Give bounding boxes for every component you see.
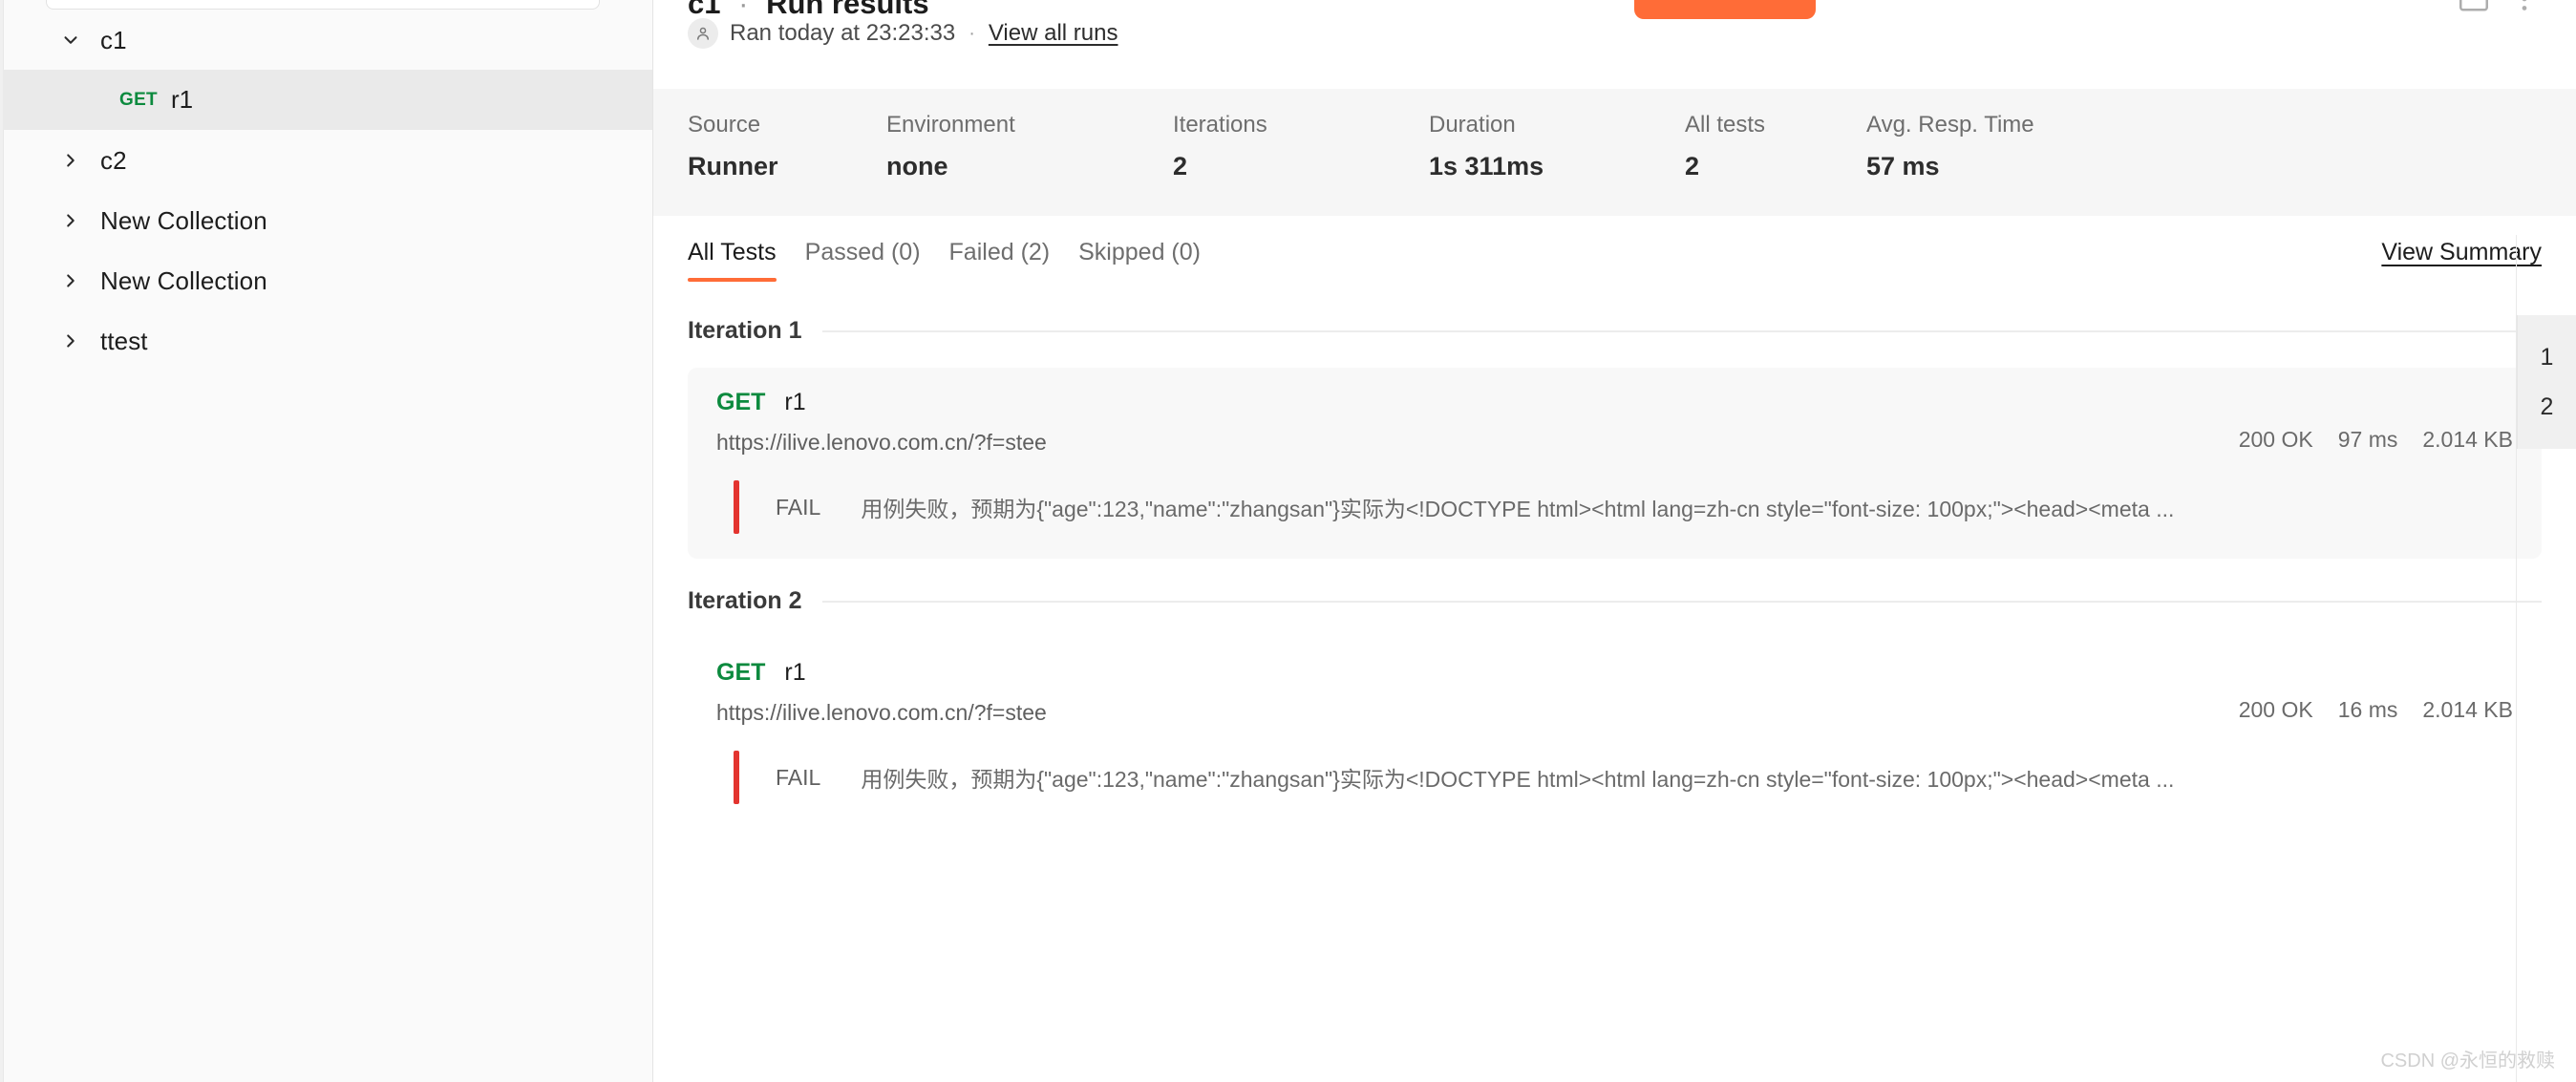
test-result-card[interactable]: GET r1 https://ilive.lenovo.com.cn/?f=st…: [688, 638, 2542, 829]
assertion-message: 用例失败，预期为{"age":123,"name":"zhangsan"}实际为…: [861, 497, 2175, 521]
stat-value: 57 ms: [1866, 152, 1940, 180]
stat-value: 2: [1685, 152, 1700, 180]
request-method-label: GET: [716, 389, 766, 415]
response-status: 200 OK: [2238, 697, 2313, 722]
view-summary-link[interactable]: View Summary: [2381, 239, 2542, 266]
tab-passed[interactable]: Passed (0): [805, 239, 921, 282]
response-meta: 200 OK 97 ms 2.014 KB: [2239, 427, 2513, 453]
sidebar-item-new-collection-2[interactable]: New Collection: [3, 250, 652, 310]
request-method-label: GET: [716, 659, 766, 686]
tab-all-tests[interactable]: All Tests: [688, 239, 777, 282]
chevron-down-icon[interactable]: [56, 26, 85, 54]
run-stats-bar: Source Runner Environment none Iteration…: [653, 89, 2576, 216]
sidebar-item-label: New Collection: [100, 265, 267, 295]
sidebar-item-label: c1: [100, 25, 127, 54]
stat-all-tests: All tests 2: [1685, 89, 1866, 180]
response-status: 200 OK: [2238, 427, 2313, 452]
sidebar-search[interactable]: [46, 0, 600, 10]
watermark: CSDN @永恒的救赎: [2380, 1050, 2555, 1071]
assertion-result: FAIL: [776, 494, 821, 520]
results-tabs: All Tests Passed (0) Failed (2) Skipped …: [688, 239, 1201, 282]
stat-label: All tests: [1685, 112, 1766, 138]
assertion-result: FAIL: [776, 764, 821, 790]
iteration-title: Iteration 1: [688, 317, 802, 344]
result-request-row: GET r1: [716, 659, 2513, 687]
stat-source: Source Runner: [688, 89, 886, 180]
view-all-runs-link[interactable]: View all runs: [989, 20, 1118, 47]
stat-label: Duration: [1429, 112, 1516, 138]
assertion-row: FAIL 用例失败，预期为{"age":123,"name":"zhangsan…: [734, 751, 2513, 804]
sidebar-item-c2[interactable]: c2: [3, 130, 652, 190]
fail-indicator-bar: [734, 480, 739, 534]
response-size: 2.014 KB: [2422, 427, 2513, 452]
response-meta: 200 OK 16 ms 2.014 KB: [2239, 697, 2513, 723]
sidebar-item-new-collection-1[interactable]: New Collection: [3, 190, 652, 250]
iteration-header: Iteration 1: [688, 317, 2542, 345]
iteration-rail[interactable]: 1 2: [2517, 315, 2576, 449]
response-time: 97 ms: [2337, 427, 2398, 452]
meta-separator: ·: [969, 22, 975, 44]
fail-indicator-bar: [734, 751, 739, 804]
stat-label: Source: [688, 112, 761, 138]
stat-label: Iterations: [1173, 112, 1267, 138]
sidebar-item-label: New Collection: [100, 205, 267, 235]
more-options-icon[interactable]: [2521, 0, 2528, 16]
stat-value: 1s 311ms: [1429, 152, 1544, 180]
tab-skipped[interactable]: Skipped (0): [1078, 239, 1201, 282]
stat-label: Environment: [886, 112, 1015, 138]
sidebar-item-label: c2: [100, 145, 127, 175]
toolbar-icons: [2459, 0, 2528, 16]
sidebar-item-ttest[interactable]: ttest: [3, 310, 652, 371]
iteration-rail-item-2[interactable]: 2: [2518, 382, 2576, 432]
request-name: r1: [784, 659, 806, 686]
app-root: c1 GET r1 c2 New Collection New Collecti…: [0, 0, 2576, 1082]
results-tabs-row: All Tests Passed (0) Failed (2) Skipped …: [688, 239, 2542, 296]
chevron-right-icon[interactable]: [56, 266, 85, 295]
stat-avg-resp-time: Avg. Resp. Time 57 ms: [1866, 89, 2153, 180]
assertion-message: 用例失败，预期为{"age":123,"name":"zhangsan"}实际为…: [861, 767, 2175, 792]
stat-label: Avg. Resp. Time: [1866, 112, 2034, 138]
sidebar-item-label: r1: [170, 85, 194, 114]
tab-failed[interactable]: Failed (2): [949, 239, 1051, 282]
run-meta-row: Ran today at 23:23:33 · View all runs: [688, 17, 1118, 50]
assertion-row: FAIL 用例失败，预期为{"age":123,"name":"zhangsan…: [734, 480, 2513, 534]
stat-duration: Duration 1s 311ms: [1429, 89, 1685, 180]
iteration-rule: [822, 600, 2542, 603]
iteration-title: Iteration 2: [688, 587, 802, 614]
request-method-label: GET: [119, 89, 158, 110]
chevron-right-icon[interactable]: [56, 146, 85, 175]
collection-tree: c1 GET r1 c2 New Collection New Collecti…: [3, 10, 652, 371]
stat-value: Runner: [688, 152, 778, 180]
ran-timestamp: Ran today at 23:23:33: [730, 20, 956, 46]
iteration-rail-item-1[interactable]: 1: [2518, 332, 2576, 382]
run-results-panel: c1 · Run results Ran today at 23:23:33 ·…: [653, 0, 2576, 1082]
chevron-right-icon[interactable]: [56, 327, 85, 355]
stat-value: none: [886, 152, 948, 180]
collections-sidebar: c1 GET r1 c2 New Collection New Collecti…: [0, 0, 653, 1082]
result-request-row: GET r1: [716, 389, 2513, 416]
run-again-button[interactable]: [1634, 0, 1816, 19]
test-result-card[interactable]: GET r1 https://ilive.lenovo.com.cn/?f=st…: [688, 368, 2542, 559]
response-size: 2.014 KB: [2422, 697, 2513, 722]
iteration-rule: [822, 329, 2542, 332]
stat-environment: Environment none: [886, 89, 1173, 180]
layout-icon[interactable]: [2459, 0, 2488, 16]
results-list: Iteration 1 GET r1 https://ilive.lenovo.…: [688, 308, 2542, 829]
sidebar-item-r1[interactable]: GET r1: [3, 70, 652, 130]
user-avatar-icon: [688, 18, 718, 49]
sidebar-item-c1[interactable]: c1: [3, 10, 652, 70]
stat-iterations: Iterations 2: [1173, 89, 1429, 180]
sidebar-item-label: ttest: [100, 326, 148, 355]
stat-value: 2: [1173, 152, 1188, 180]
iteration-header: Iteration 2: [688, 587, 2542, 615]
search-input[interactable]: [47, 0, 599, 9]
response-time: 16 ms: [2337, 697, 2398, 722]
chevron-right-icon[interactable]: [56, 206, 85, 235]
request-name: r1: [784, 389, 806, 415]
